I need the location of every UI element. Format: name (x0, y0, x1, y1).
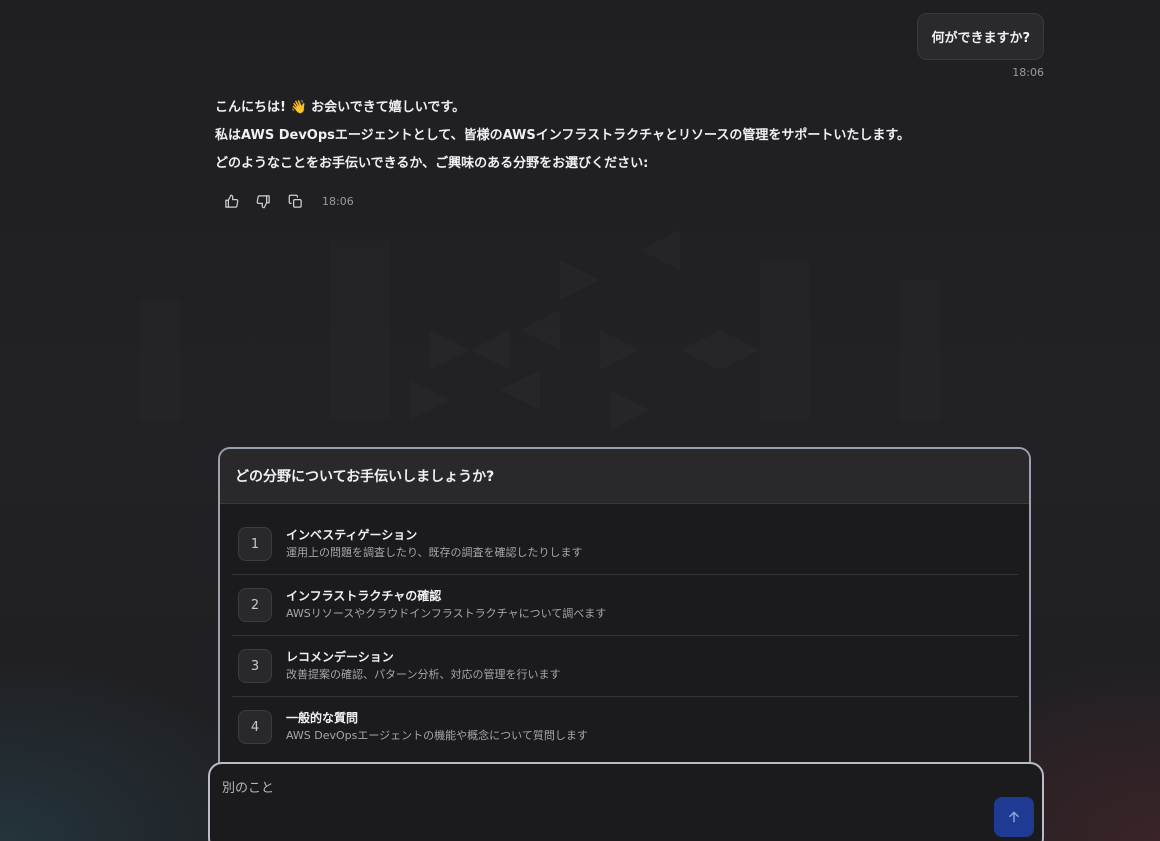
chat-input-box (208, 762, 1044, 841)
option-text: インベスティゲーション 運用上の問題を調査したり、既存の調査を確認したりします (286, 527, 583, 561)
option-investigation[interactable]: 1 インベスティゲーション 運用上の問題を調査したり、既存の調査を確認したりしま… (232, 514, 1018, 575)
option-description: AWS DevOpsエージェントの機能や概念について質問します (286, 729, 588, 742)
option-number-badge: 2 (238, 588, 272, 622)
assistant-message-line-2: 私はAWS DevOpsエージェントとして、皆様のAWSインフラストラクチャとリ… (215, 128, 911, 143)
copy-button[interactable] (286, 192, 304, 210)
chat-input[interactable] (222, 778, 982, 798)
user-message-text: 何ができますか? (931, 31, 1030, 46)
thumbs-down-button[interactable] (254, 192, 272, 210)
option-text: レコメンデーション 改善提案の確認、パターン分析、対応の管理を行います (286, 649, 560, 683)
thumbs-down-icon (256, 194, 270, 208)
assistant-message-line-1: こんにちは! 👋 お会いできて嬉しいです。 (215, 100, 466, 115)
option-list: 1 インベスティゲーション 運用上の問題を調査したり、既存の調査を確認したりしま… (220, 504, 1029, 757)
assistant-message-line-3: どのようなことをお手伝いできるか、ご興味のある分野をお選びください: (215, 156, 649, 171)
options-panel: どの分野についてお手伝いしましょうか? 1 インベスティゲーション 運用上の問題… (218, 447, 1031, 777)
thumbs-up-icon (224, 194, 238, 208)
send-button[interactable] (994, 797, 1034, 837)
option-number-badge: 4 (238, 710, 272, 744)
option-title: 一般的な質問 (286, 711, 359, 725)
options-panel-title: どの分野についてお手伝いしましょうか? (220, 449, 1029, 504)
option-number-badge: 3 (238, 649, 272, 683)
assistant-message-time: 18:06 (322, 194, 354, 208)
option-text: 一般的な質問 AWS DevOpsエージェントの機能や概念について質問します (286, 710, 588, 744)
thumbs-up-button[interactable] (222, 192, 240, 210)
user-message-bubble: 何ができますか? (917, 13, 1044, 60)
option-title: レコメンデーション (286, 650, 394, 664)
copy-icon (288, 194, 302, 208)
option-number-badge: 1 (238, 527, 272, 561)
option-recommendations[interactable]: 3 レコメンデーション 改善提案の確認、パターン分析、対応の管理を行います (232, 636, 1018, 697)
user-message-time: 18:06 (1012, 66, 1044, 79)
message-actions: 18:06 (222, 192, 354, 210)
option-text: インフラストラクチャの確認 AWSリソースやクラウドインフラストラクチャについて… (286, 588, 606, 622)
option-general-questions[interactable]: 4 一般的な質問 AWS DevOpsエージェントの機能や概念について質問します (232, 697, 1018, 757)
option-infrastructure[interactable]: 2 インフラストラクチャの確認 AWSリソースやクラウドインフラストラクチャにつ… (232, 575, 1018, 636)
option-title: インベスティゲーション (286, 528, 418, 542)
option-description: 改善提案の確認、パターン分析、対応の管理を行います (286, 668, 561, 681)
assistant-message: こんにちは! 👋 お会いできて嬉しいです。 私はAWS DevOpsエージェント… (215, 94, 1035, 178)
arrow-up-icon (1009, 811, 1019, 823)
option-description: 運用上の問題を調査したり、既存の調査を確認したりします (286, 546, 583, 559)
option-description: AWSリソースやクラウドインフラストラクチャについて調べます (286, 607, 607, 620)
option-title: インフラストラクチャの確認 (286, 589, 442, 603)
